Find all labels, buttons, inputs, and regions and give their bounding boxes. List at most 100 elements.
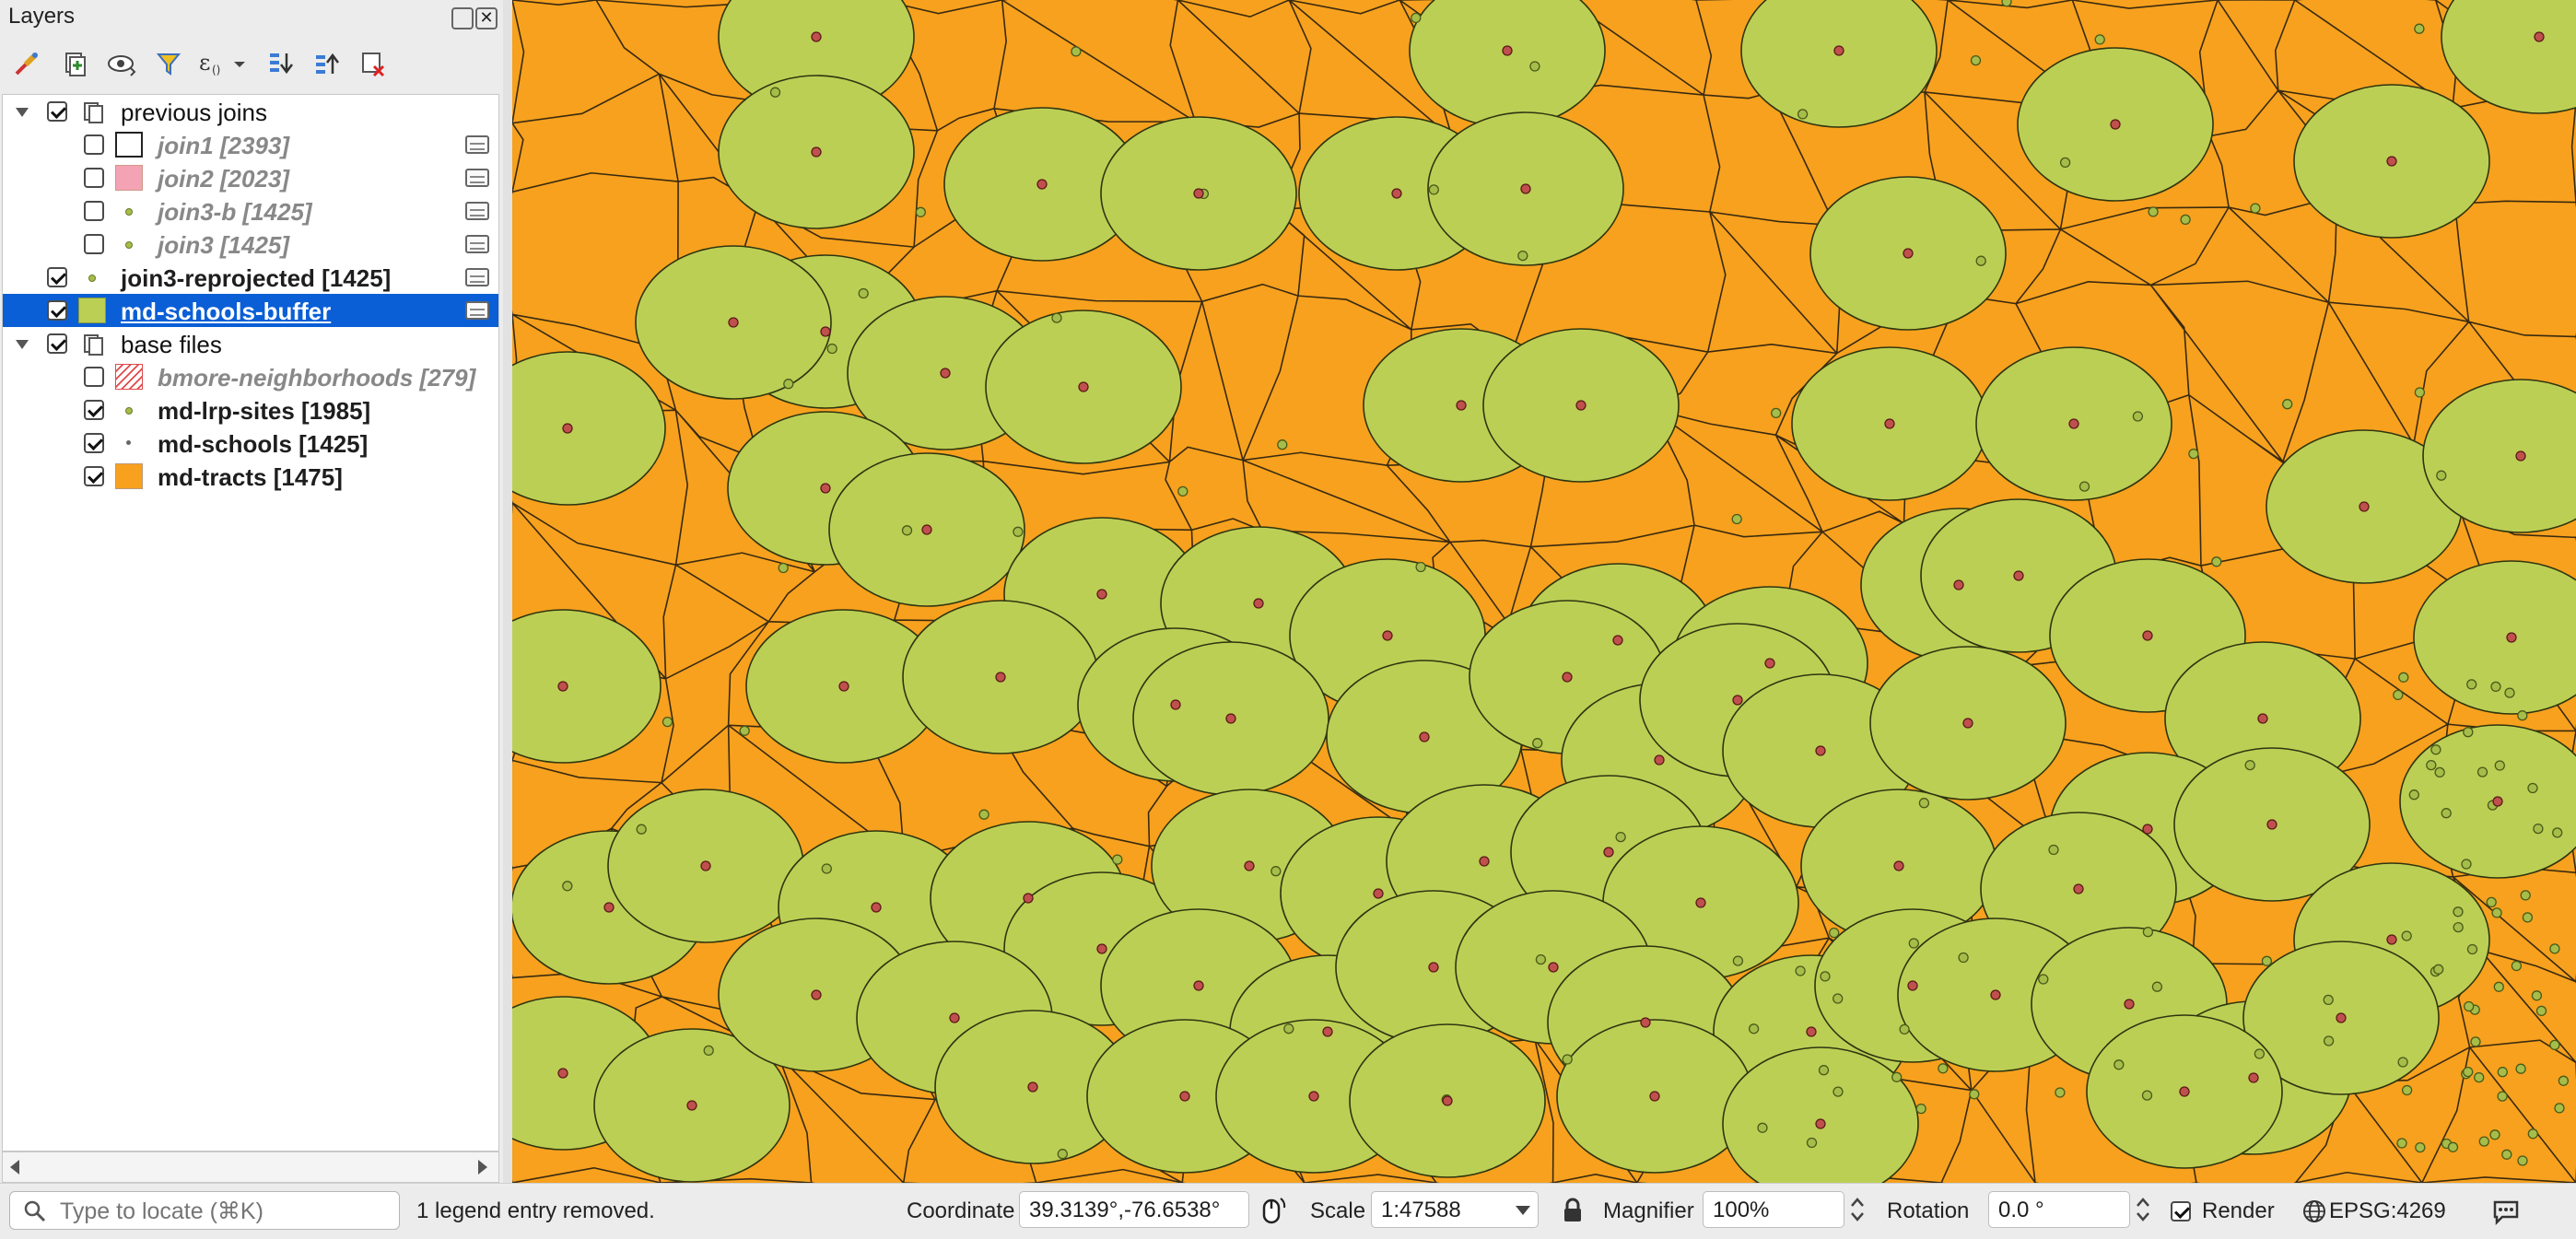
rotation-stepper[interactable] [2132,1191,2154,1228]
messages-icon[interactable] [2491,1197,2521,1226]
memory-layer-icon[interactable] [465,202,489,220]
layer-group-row[interactable]: base files [3,327,498,360]
layer-row[interactable]: md-schools [1425] [3,427,498,460]
layer-label: md-schools-buffer [121,298,332,325]
scale-label: Scale [1310,1198,1366,1223]
layer-visibility-checkbox[interactable] [84,134,104,155]
memory-layer-icon[interactable] [465,169,489,187]
locator-bar[interactable] [9,1191,400,1230]
layer-label: md-lrp-sites [1985] [158,397,371,425]
layer-visibility-checkbox[interactable] [84,201,104,221]
memory-layer-icon[interactable] [465,301,489,320]
coordinate-label: Coordinate [907,1198,1015,1223]
layer-visibility-checkbox[interactable] [47,300,67,321]
layer-row[interactable]: join3-b [1425] [3,194,498,228]
svg-text:ε: ε [199,50,210,76]
eye-visibility-icon[interactable] [105,46,140,81]
scroll-left-icon[interactable] [10,1160,19,1175]
remove-layer-icon[interactable] [356,46,391,81]
layer-tree-scrollbar[interactable] [2,1151,499,1183]
layer-visibility-checkbox[interactable] [84,400,104,420]
status-message: 1 legend entry removed. [416,1198,655,1223]
layer-label: base files [121,331,222,358]
layer-label: md-schools [1425] [158,430,369,458]
layer-symbol-icon [115,427,145,460]
layer-row[interactable]: join3 [1425] [3,228,498,261]
layer-label: join3-reprojected [1425] [121,264,392,292]
style-brush-icon[interactable] [9,46,44,81]
magnifier-field[interactable]: 100% [1703,1191,1844,1228]
memory-layer-icon[interactable] [465,268,489,286]
layer-group-row[interactable]: previous joins [3,95,498,128]
magnifier-label: Magnifier [1603,1198,1694,1223]
scale-value: 1:47588 [1381,1198,1461,1222]
layer-symbol-icon [115,161,145,194]
search-icon [24,1200,46,1222]
panel-splitter[interactable] [503,0,512,1183]
chevron-down-icon [1516,1206,1530,1215]
layer-label: join3-b [1425] [158,198,312,226]
layer-row[interactable]: md-schools-buffer [3,294,498,327]
rotation-label: Rotation [1887,1198,1970,1223]
layer-label: md-tracts [1475] [158,463,343,491]
layer-visibility-checkbox[interactable] [84,234,104,254]
close-panel-icon[interactable]: ✕ [475,7,498,29]
layer-group-icon [84,102,103,123]
layer-visibility-checkbox[interactable] [84,168,104,188]
layer-symbol-icon [115,194,145,228]
filter-funnel-icon[interactable] [151,46,186,81]
layer-label: previous joins [121,99,267,126]
layer-row[interactable]: join2 [2023] [3,161,498,194]
layer-tree: previous joins join1 [2393] join2 [2023] jo… [2,94,499,1151]
magnifier-stepper[interactable] [1846,1191,1868,1228]
rotation-field[interactable]: 0.0 ° [1988,1191,2130,1228]
layer-visibility-checkbox[interactable] [84,433,104,453]
render-checkbox[interactable] [2171,1201,2191,1221]
layer-row[interactable]: join3-reprojected [1425] [3,261,498,294]
layer-symbol-icon [78,261,108,294]
add-group-icon[interactable] [57,46,92,81]
layer-visibility-checkbox[interactable] [84,367,104,387]
layer-visibility-checkbox[interactable] [47,333,67,354]
layer-symbol-icon [115,128,145,161]
coordinate-field[interactable]: 39.3139°,-76.6538° [1019,1191,1249,1228]
layer-visibility-checkbox[interactable] [84,466,104,486]
layer-row[interactable]: md-tracts [1475] [3,460,498,493]
svg-text:(): () [212,64,220,76]
float-panel-icon[interactable] [451,7,474,29]
layer-row[interactable]: join1 [2393] [3,128,498,161]
status-bar: 1 legend entry removed. Coordinate 39.31… [0,1183,2576,1239]
map-canvas[interactable] [512,0,2576,1183]
lock-scale-icon[interactable] [1561,1197,1585,1224]
layer-symbol-icon [115,460,145,493]
layers-panel: Layers ✕ ε() previous joins join1 [2393] j… [0,0,503,1183]
expand-arrow-icon[interactable] [16,108,29,117]
expression-filter-icon[interactable]: ε() [195,46,251,81]
render-label: Render [2202,1198,2275,1223]
layer-row[interactable]: bmore-neighborhoods [279] [3,360,498,393]
layer-group-icon [84,334,103,356]
crs-button[interactable]: EPSG:4269 [2329,1198,2446,1224]
layer-visibility-checkbox[interactable] [47,267,67,287]
layers-toolbar: ε() [0,42,503,85]
scroll-right-icon[interactable] [478,1160,487,1175]
panel-title: Layers [8,4,76,29]
layer-symbol-icon [115,393,145,427]
layer-label: join2 [2023] [158,165,290,193]
globe-icon[interactable] [2301,1198,2327,1224]
expand-arrow-icon[interactable] [16,340,29,349]
layer-label: join3 [1425] [158,231,290,259]
locator-input[interactable] [58,1198,393,1225]
layer-visibility-checkbox[interactable] [47,101,67,122]
map-render [512,0,2576,1183]
layer-label: bmore-neighborhoods [279] [158,364,476,392]
layer-label: join1 [2393] [158,132,290,159]
expand-all-icon[interactable] [263,46,299,81]
scale-combobox[interactable]: 1:47588 [1371,1191,1539,1228]
mouse-toggle-icon[interactable] [1257,1195,1288,1226]
memory-layer-icon[interactable] [465,235,489,253]
memory-layer-icon[interactable] [465,135,489,154]
layer-symbol-icon [78,294,108,327]
collapse-all-icon[interactable] [310,46,345,81]
layer-row[interactable]: md-lrp-sites [1985] [3,393,498,427]
